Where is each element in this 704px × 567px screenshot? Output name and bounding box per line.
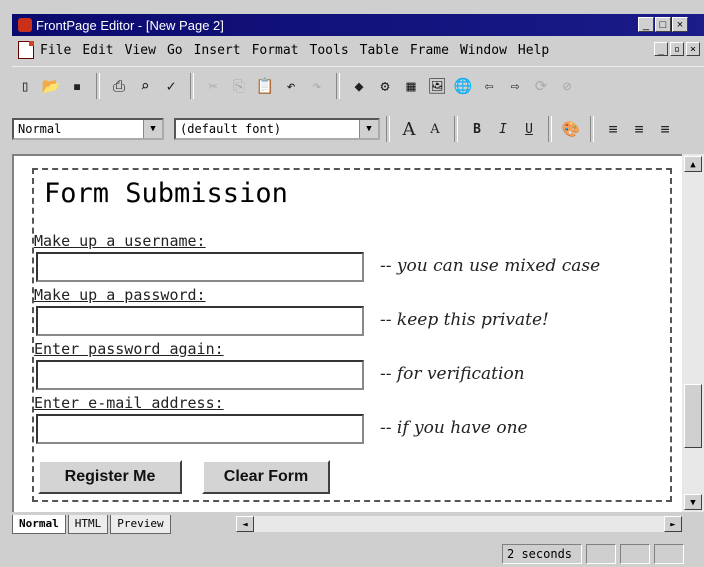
maximize-icon[interactable]: □: [655, 17, 671, 32]
toolbar-separator: [386, 116, 390, 142]
username-input[interactable]: [36, 252, 364, 282]
align-center-icon[interactable]: ≡: [628, 118, 650, 140]
undo-icon[interactable]: ↶: [280, 75, 302, 97]
scroll-thumb[interactable]: [684, 384, 702, 448]
status-panel: [586, 544, 616, 564]
font-select-value: (default font): [180, 122, 282, 136]
decrease-font-icon[interactable]: A: [424, 118, 446, 140]
clear-form-button[interactable]: Clear Form: [202, 460, 330, 494]
menu-insert[interactable]: Insert: [194, 43, 241, 58]
username-label: Make up a username:: [34, 232, 206, 250]
refresh-icon[interactable]: ⟳: [530, 75, 552, 97]
underline-icon[interactable]: U: [518, 118, 540, 140]
toolbar-separator: [336, 73, 340, 99]
copy-icon[interactable]: ⎘: [228, 75, 250, 97]
hyperlink-icon[interactable]: 🌐: [452, 75, 474, 97]
cut-icon[interactable]: ✂: [202, 75, 224, 97]
toolbar-separator: [190, 73, 194, 99]
chevron-down-icon[interactable]: ▼: [359, 120, 378, 138]
doc-minimize-icon[interactable]: _: [654, 42, 668, 56]
scroll-left-icon[interactable]: ◄: [236, 516, 254, 532]
menu-file[interactable]: File: [40, 43, 71, 58]
print-preview-icon[interactable]: ⌕: [134, 75, 156, 97]
menu-format[interactable]: Format: [252, 43, 299, 58]
align-left-icon[interactable]: ≡: [602, 118, 624, 140]
insert-table-icon[interactable]: ▦: [400, 75, 422, 97]
password-label: Make up a password:: [34, 286, 206, 304]
style-select-value: Normal: [18, 122, 62, 136]
menu-go[interactable]: Go: [167, 43, 183, 58]
tab-preview[interactable]: Preview: [110, 514, 171, 534]
password-confirm-input[interactable]: [36, 360, 364, 390]
password-hint: -- keep this private!: [380, 310, 549, 330]
password-confirm-hint: -- for verification: [380, 364, 525, 384]
menu-frame[interactable]: Frame: [410, 43, 449, 58]
doc-restore-icon[interactable]: ▫: [670, 42, 684, 56]
spell-check-icon[interactable]: ✓: [160, 75, 182, 97]
password-input[interactable]: [36, 306, 364, 336]
forward-icon[interactable]: ⇨: [504, 75, 526, 97]
format-toolbar: Normal ▼ (default font) ▼ A A B I U 🎨 ≡ …: [12, 110, 704, 148]
email-hint: -- if you have one: [380, 418, 528, 438]
email-input[interactable]: [36, 414, 364, 444]
style-select[interactable]: Normal ▼: [12, 118, 164, 140]
bold-icon[interactable]: B: [466, 118, 488, 140]
tab-normal[interactable]: Normal: [12, 514, 66, 534]
scroll-right-icon[interactable]: ►: [664, 516, 682, 532]
toolbar-separator: [590, 116, 594, 142]
doc-close-icon[interactable]: ×: [686, 42, 700, 56]
menu-edit[interactable]: Edit: [82, 43, 113, 58]
horizontal-scrollbar[interactable]: ◄ ►: [236, 516, 682, 532]
frontpage-window: FrontPage Editor - [New Page 2] _ □ × Fi…: [0, 0, 704, 567]
toolbar-separator: [454, 116, 458, 142]
toolbar-separator: [96, 73, 100, 99]
menu-view[interactable]: View: [125, 43, 156, 58]
menu-table[interactable]: Table: [360, 43, 399, 58]
status-bar: 2 seconds: [12, 540, 704, 567]
status-panel: [620, 544, 650, 564]
chevron-down-icon[interactable]: ▼: [143, 120, 162, 138]
menu-tools[interactable]: Tools: [310, 43, 349, 58]
back-icon[interactable]: ⇦: [478, 75, 500, 97]
open-folder-icon[interactable]: 📂: [40, 75, 62, 97]
frontpage-app-icon: [18, 18, 32, 32]
insert-webbot-icon[interactable]: ⚙: [374, 75, 396, 97]
redo-icon[interactable]: ↷: [306, 75, 328, 97]
page-title: Form Submission: [44, 178, 288, 209]
document-icon[interactable]: [18, 41, 34, 59]
vertical-scrollbar[interactable]: ▲ ▼: [682, 154, 704, 512]
stop-icon[interactable]: ⊘: [556, 75, 578, 97]
status-panel: [654, 544, 684, 564]
align-right-icon[interactable]: ≡: [654, 118, 676, 140]
standard-toolbar: ▯ 📂 ▪ ⎙ ⌕ ✓ ✂ ⎘ 📋 ↶ ↷ ◆ ⚙ ▦ 🖼 🌐 ⇦ ⇨ ⟳ ⊘: [12, 66, 704, 105]
form-boundary: Form Submission Make up a username: -- y…: [32, 168, 672, 502]
insert-image-icon[interactable]: 🖼: [426, 75, 448, 97]
toolbar-separator: [548, 116, 552, 142]
text-color-icon[interactable]: 🎨: [560, 118, 582, 140]
italic-icon[interactable]: I: [492, 118, 514, 140]
new-page-icon[interactable]: ▯: [14, 75, 36, 97]
minimize-icon[interactable]: _: [638, 17, 654, 32]
scroll-down-icon[interactable]: ▼: [684, 494, 702, 510]
password-confirm-label: Enter password again:: [34, 340, 224, 358]
title-bar[interactable]: FrontPage Editor - [New Page 2] _ □ ×: [12, 14, 704, 36]
tab-html[interactable]: HTML: [67, 514, 109, 534]
scroll-up-icon[interactable]: ▲: [684, 156, 702, 172]
load-time-status: 2 seconds: [502, 544, 582, 564]
window-title: FrontPage Editor - [New Page 2]: [36, 17, 224, 33]
close-icon[interactable]: ×: [672, 17, 688, 32]
paste-icon[interactable]: 📋: [254, 75, 276, 97]
save-icon[interactable]: ▪: [66, 75, 88, 97]
menu-window[interactable]: Window: [460, 43, 507, 58]
show-explorer-icon[interactable]: ◆: [348, 75, 370, 97]
menu-bar: File Edit View Go Insert Format Tools Ta…: [12, 38, 704, 62]
register-button[interactable]: Register Me: [38, 460, 182, 494]
username-hint: -- you can use mixed case: [380, 256, 601, 276]
increase-font-icon[interactable]: A: [398, 118, 420, 140]
font-select[interactable]: (default font) ▼: [174, 118, 380, 140]
print-icon[interactable]: ⎙: [108, 75, 130, 97]
editor-pane[interactable]: Form Submission Make up a username: -- y…: [12, 154, 682, 512]
menu-help[interactable]: Help: [518, 43, 549, 58]
email-label: Enter e-mail address:: [34, 394, 224, 412]
